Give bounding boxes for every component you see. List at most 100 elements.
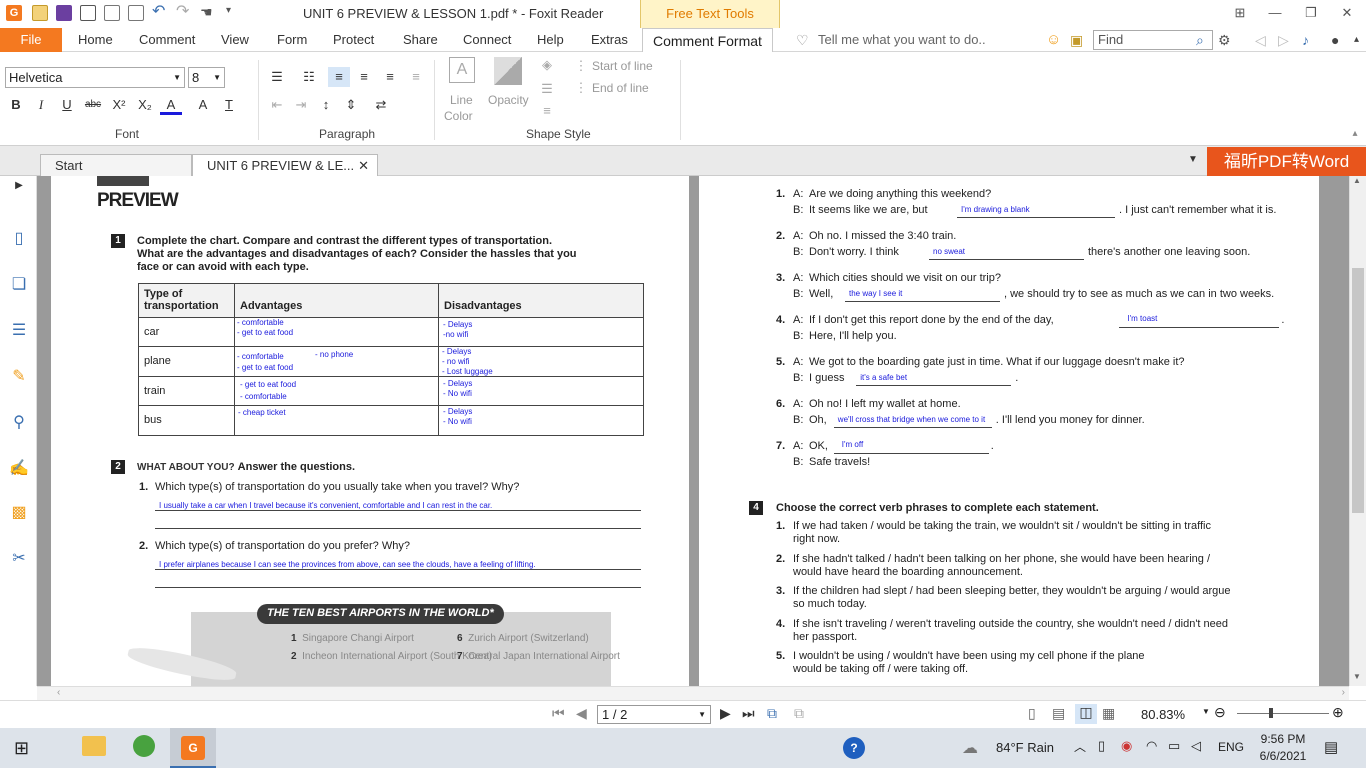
annotation-text[interactable]: - Delays (443, 407, 472, 416)
subscript-icon[interactable]: X₂ (134, 95, 156, 115)
decrease-indent-icon[interactable]: ⇤ (266, 95, 288, 115)
vertical-scrollbar[interactable]: ▲ ▼ (1349, 176, 1366, 686)
text-highlight-icon[interactable]: A (192, 95, 214, 115)
signature-icon[interactable]: ✍ (8, 458, 30, 480)
increase-indent-icon[interactable]: ⇥ (290, 95, 312, 115)
annotation-text[interactable]: the way I see it (849, 289, 902, 298)
find-next-icon[interactable]: ▷ (1278, 28, 1289, 52)
paragraph-spacing-icon[interactable]: ⇕ (340, 95, 362, 115)
annotation-text[interactable]: it's a safe bet (860, 373, 907, 382)
annotation-text[interactable]: - comfortable (237, 352, 284, 361)
align-left-icon[interactable]: ≡ (328, 67, 350, 87)
redo-icon[interactable]: ↷ (176, 4, 192, 21)
comments-icon[interactable]: ✎ (8, 366, 30, 388)
annotation-text[interactable]: - Delays (442, 347, 471, 356)
line-width-icon[interactable]: ≡ (536, 101, 558, 121)
show-hidden-icons-icon[interactable]: ︿ (1074, 738, 1086, 755)
annotation-text[interactable]: we'll cross that bridge when we come to … (838, 415, 985, 424)
close-tab-icon[interactable]: ✕ (358, 155, 369, 176)
attachments-icon[interactable]: ⚲ (8, 412, 30, 434)
font-color-icon[interactable]: A (160, 95, 182, 115)
table-cell[interactable]: - Delays -no wifi (438, 317, 644, 347)
page-number-input[interactable]: 1 / 2 ▼ (597, 705, 711, 724)
weather-cloud-icon[interactable]: ☁ (962, 738, 978, 758)
menu-home[interactable]: Home (78, 28, 113, 52)
weather-text[interactable]: 84°F Rain (996, 740, 1054, 755)
text-direction-icon[interactable]: ⇄ (370, 95, 392, 115)
annotation-text[interactable]: - no phone (315, 350, 353, 359)
annotation-text[interactable]: -no wifi (443, 330, 468, 339)
annotation-text[interactable]: - get to eat food (240, 380, 296, 389)
continuous-page-icon[interactable]: ▤ (1052, 705, 1065, 722)
justify-icon[interactable]: ≡ (405, 67, 427, 87)
language-indicator[interactable]: ENG (1218, 740, 1244, 754)
user-icon[interactable]: ● (1331, 28, 1339, 52)
annotation-text[interactable]: I prefer airplanes because I can see the… (159, 560, 536, 569)
zoom-out-icon[interactable]: ⊖ (1214, 704, 1226, 721)
annotation-text[interactable]: I'm drawing a blank (961, 205, 1030, 214)
settings-gear-icon[interactable]: ⚙ (1218, 28, 1231, 52)
foxit-taskbar-button[interactable]: G (170, 728, 216, 768)
save-icon[interactable] (56, 5, 72, 21)
table-cell[interactable]: - cheap ticket (234, 405, 439, 436)
annotation-text[interactable]: - Delays (443, 320, 472, 329)
undo-icon[interactable]: ↶ (152, 4, 168, 21)
battery-icon[interactable]: ▭ (1168, 738, 1180, 754)
zoom-slider-thumb[interactable] (1269, 708, 1273, 718)
clock-date[interactable]: 6/6/2021 (1258, 749, 1308, 763)
next-view-icon[interactable]: ⧉ (794, 705, 804, 722)
context-tab-free-text-tools[interactable]: Free Text Tools (640, 0, 780, 28)
annotation-text[interactable]: - cheap ticket (238, 408, 286, 417)
expand-panel-icon[interactable]: ▶ (8, 180, 30, 202)
superscript-icon[interactable]: X² (108, 95, 130, 115)
tab-start[interactable]: Start (40, 154, 192, 176)
customize-quick-access-icon[interactable]: ▾ (226, 5, 242, 21)
feedback-icon[interactable]: ☺ (1046, 28, 1061, 52)
table-cell[interactable]: - Delays - no wifi - Lost luggage (438, 346, 644, 377)
windows-start-icon[interactable]: ⊞ (14, 738, 29, 759)
tell-me-input[interactable]: Tell me what you want to do.. (818, 28, 986, 52)
menu-comment-format[interactable]: Comment Format (642, 28, 773, 53)
help-icon[interactable]: ? (843, 737, 865, 759)
page-thumbnails-icon[interactable]: ❏ (8, 274, 30, 296)
font-name-select[interactable]: Helvetica ▼ (5, 67, 185, 88)
menu-connect[interactable]: Connect (463, 28, 511, 52)
wifi-icon[interactable]: ◠ (1146, 738, 1157, 754)
align-center-icon[interactable]: ≡ (353, 67, 375, 87)
annotation-text[interactable]: I usually take a car when I travel becau… (159, 501, 492, 510)
numbered-list-icon[interactable]: ☷ (298, 67, 320, 87)
start-of-line-button[interactable]: Start of line (592, 59, 653, 73)
line-style-icon[interactable]: ☰ (536, 79, 558, 99)
menu-extras[interactable]: Extras (591, 28, 628, 52)
search-icon[interactable]: ⌕ (1196, 28, 1204, 52)
first-page-icon[interactable]: ⏮ (552, 705, 565, 722)
browser-icon[interactable] (133, 735, 155, 757)
scroll-up-icon[interactable]: ▲ (1353, 176, 1361, 185)
end-of-line-button[interactable]: End of line (592, 81, 649, 95)
annotation-text[interactable]: - comfortable (237, 318, 284, 327)
menu-share[interactable]: Share (403, 28, 438, 52)
scrollbar-thumb[interactable] (1352, 268, 1364, 513)
underline-icon[interactable]: U (56, 95, 78, 115)
table-cell[interactable]: - Delays - No wifi (438, 405, 644, 436)
horizontal-scrollbar[interactable]: ‹ › (37, 686, 1349, 700)
previous-view-icon[interactable]: ⧉ (767, 705, 777, 722)
menu-view[interactable]: View (221, 28, 249, 52)
device-icon[interactable]: ▯ (1098, 738, 1105, 754)
notification-bell-icon[interactable]: ♪ (1302, 28, 1309, 52)
email-icon[interactable] (104, 5, 120, 21)
table-cell[interactable]: - comfortable - get to eat food - no phone (234, 346, 439, 377)
volume-icon[interactable]: ◁ (1191, 738, 1201, 754)
align-right-icon[interactable]: ≡ (379, 67, 401, 87)
annotation-text[interactable]: - No wifi (443, 417, 472, 426)
ribbon-collapse-icon[interactable]: ▴ (1354, 28, 1359, 52)
promo-banner[interactable]: 福昕PDF转Word (1207, 147, 1366, 176)
tab-list-icon[interactable]: ▼ (1188, 154, 1198, 165)
file-explorer-icon[interactable] (82, 736, 106, 756)
table-cell[interactable]: - comfortable - get to eat food (234, 317, 439, 347)
annotation-text[interactable]: I'm off (842, 440, 863, 449)
single-page-icon[interactable]: ▯ (1028, 705, 1036, 722)
maximize-button[interactable]: ❐ (1301, 3, 1321, 23)
open-folder-icon[interactable] (32, 5, 48, 21)
menu-help[interactable]: Help (537, 28, 564, 52)
